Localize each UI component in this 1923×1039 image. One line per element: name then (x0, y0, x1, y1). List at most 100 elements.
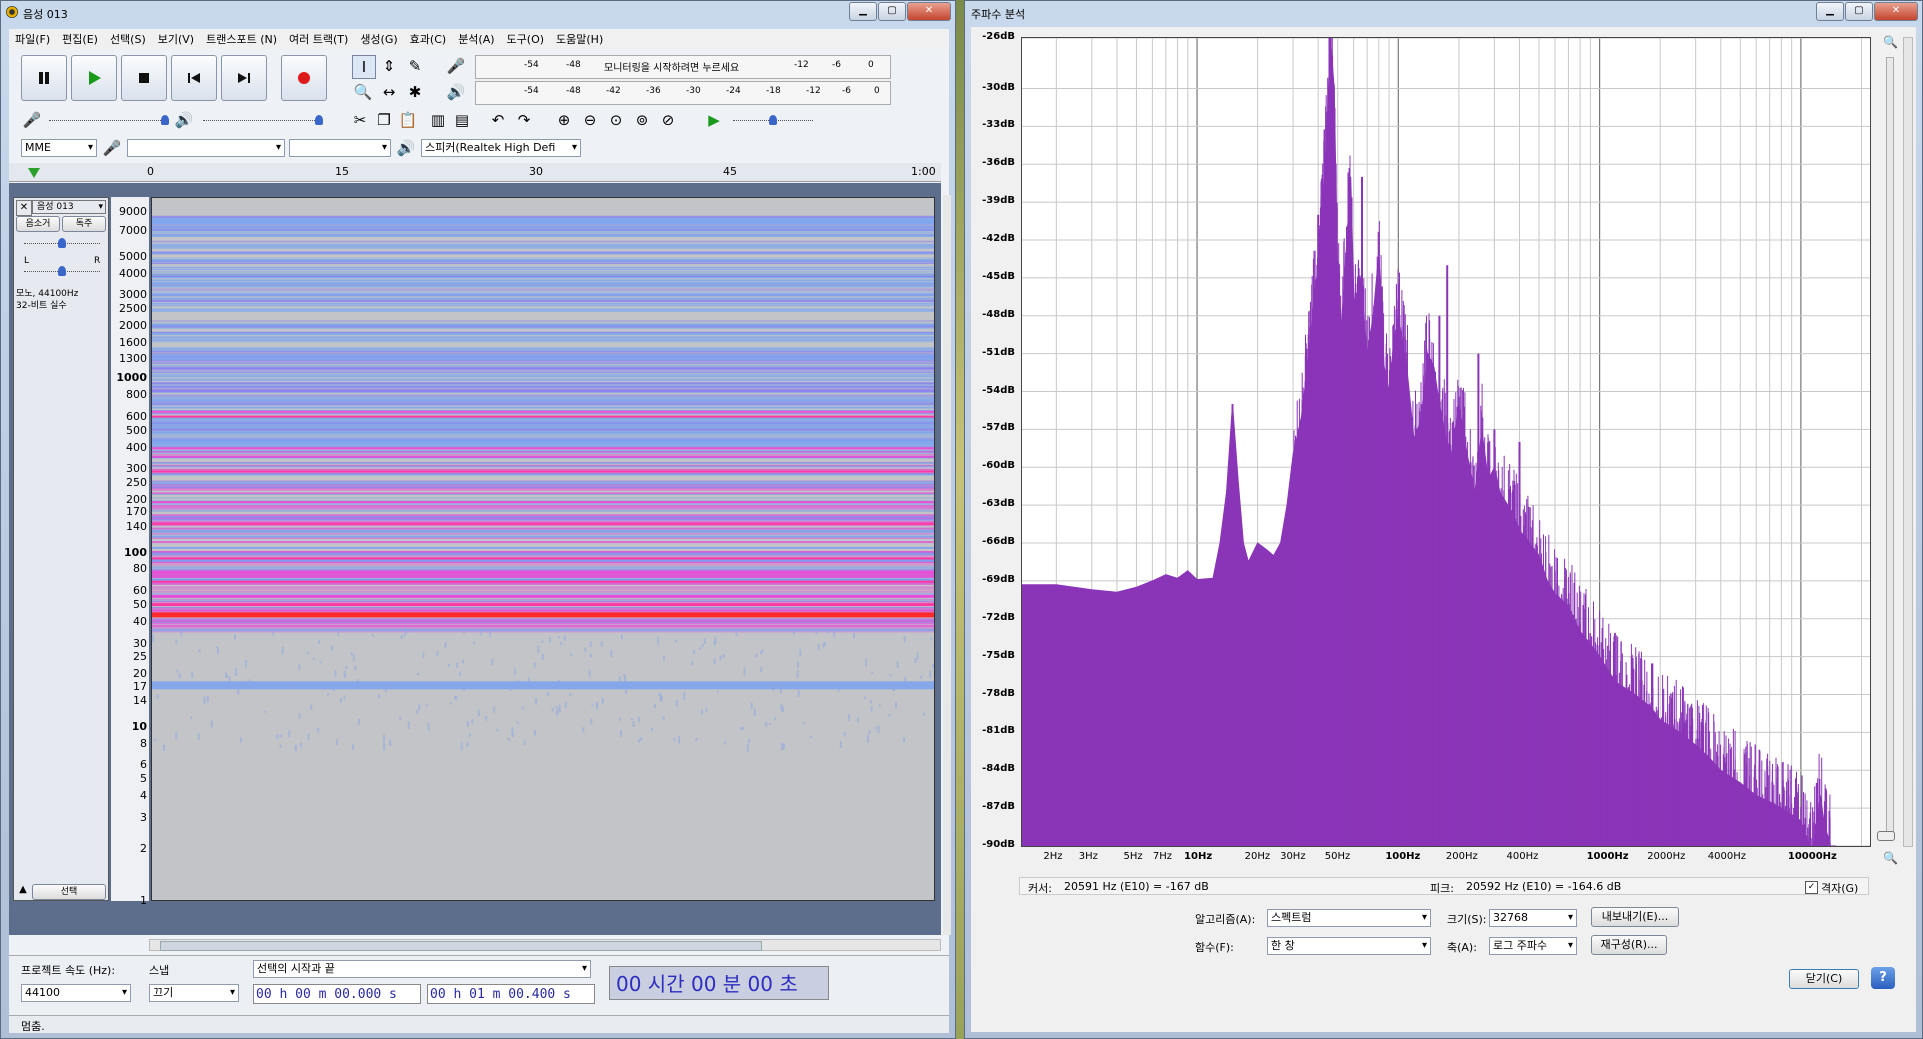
maximize-button[interactable]: ▢ (878, 2, 906, 21)
menu-effect[interactable]: 효과(C) (410, 31, 447, 47)
audacity-titlebar[interactable]: 음성 013 ▁ ▢ ✕ (1, 1, 955, 25)
play-button[interactable] (71, 55, 117, 101)
vertical-zoom-in-icon[interactable]: 🔍 (1883, 35, 1898, 49)
close-dialog-button[interactable]: 닫기(C) (1789, 969, 1859, 989)
play-at-speed-button[interactable]: ▶ (703, 109, 725, 131)
selection-start-time[interactable]: 00 h 00 m 00.000 s (253, 984, 421, 1004)
menu-generate[interactable]: 생성(G) (360, 31, 397, 47)
horizontal-scrollbar[interactable] (149, 939, 941, 951)
selection-tool-button[interactable]: I (352, 55, 376, 79)
track-close-button[interactable]: ✕ (16, 200, 32, 216)
grid-checkbox[interactable]: ✓ (1805, 881, 1818, 894)
function-select[interactable]: 한 창 (1267, 937, 1431, 955)
db-axis-label: -66dB (982, 536, 1015, 547)
spectrogram-freq-ruler[interactable]: 9000 7000 5000 4000 3000 2500 2000 1600 1300 1000… (111, 197, 149, 907)
freq-maximize-button[interactable]: ▢ (1845, 2, 1873, 21)
timeline-ruler[interactable]: 0 15 30 45 1:00 (9, 163, 941, 182)
track-name-menu[interactable]: 음성 013 ▾ (32, 200, 106, 214)
audio-position-display[interactable]: 00 시간 00 분 00 초 (609, 966, 829, 1000)
freq-close-window-button[interactable]: ✕ (1874, 2, 1918, 21)
spectrum-plot[interactable] (1021, 37, 1871, 847)
gain-slider[interactable] (24, 238, 100, 248)
pin-playhead-icon[interactable] (27, 167, 41, 179)
audio-host-select[interactable]: MME (21, 139, 97, 157)
freq-ruler-label: 14 (133, 694, 147, 708)
playback-device-select[interactable]: 스피커(Realtek High Defi (421, 139, 581, 157)
zoom-out-button[interactable]: ⊖ (579, 109, 601, 131)
menu-edit[interactable]: 편집(E) (62, 31, 98, 47)
undo-button[interactable]: ↶ (487, 109, 509, 131)
spectrogram-strong-band (152, 274, 934, 276)
menu-view[interactable]: 보기(V) (158, 31, 194, 47)
record-meter-mic-icon[interactable]: 🎤 (445, 55, 467, 77)
vertical-zoom-slider[interactable] (1886, 57, 1894, 839)
zoom-tool-button[interactable]: 🔍 (352, 81, 374, 103)
timeshift-tool-button[interactable]: ↔ (378, 81, 400, 103)
axis-select[interactable]: 로그 주파수 (1489, 937, 1577, 955)
menu-tools[interactable]: 도구(O) (507, 31, 544, 47)
paste-button[interactable]: 📋 (397, 109, 419, 131)
menu-select[interactable]: 선택(S) (110, 31, 146, 47)
fit-project-button[interactable]: ⊚ (631, 109, 653, 131)
solo-button[interactable]: 독주 (62, 216, 106, 232)
vertical-zoom-thumb[interactable] (1877, 831, 1895, 841)
spectrogram-strong-band (152, 470, 934, 473)
redo-button[interactable]: ↷ (513, 109, 535, 131)
skip-to-end-button[interactable] (221, 55, 267, 101)
playback-meter[interactable]: -54 -48 -42 -36 -30 -24 -18 -12 -6 0 (475, 81, 891, 105)
recording-device-select[interactable] (127, 139, 285, 157)
vertical-zoom-out-icon[interactable]: 🔍 (1883, 851, 1898, 865)
envelope-tool-button[interactable]: ⇕ (378, 55, 400, 77)
pan-slider[interactable] (24, 266, 100, 276)
menu-help[interactable]: 도움말(H) (556, 31, 603, 47)
play-meter-speaker-icon[interactable]: 🔊 (445, 81, 467, 103)
cut-button[interactable]: ✂ (349, 109, 371, 131)
record-meter[interactable]: -54 -48 모니터링을 시작하려면 누르세요 -12 -6 0 (475, 55, 891, 79)
recording-channels-select[interactable] (289, 139, 391, 157)
spectrogram-noise-dot (264, 710, 267, 713)
export-button[interactable]: 내보내기(E)... (1591, 907, 1679, 927)
zoom-in-button[interactable]: ⊕ (553, 109, 575, 131)
output-volume-slider[interactable] (203, 115, 323, 125)
track-select-button[interactable]: 선택 (32, 884, 106, 900)
spectrogram-noise-dot (427, 723, 430, 731)
spectrogram-noise-dot (184, 683, 187, 686)
selection-end-time[interactable]: 00 h 01 m 00.400 s (427, 984, 595, 1004)
menu-transport[interactable]: 트랜스포트 (N) (206, 31, 277, 47)
help-button[interactable]: ? (1871, 967, 1895, 989)
multi-tool-button[interactable]: ✱ (404, 81, 426, 103)
menu-tracks[interactable]: 여러 트랙(T) (289, 31, 348, 47)
record-button[interactable] (281, 55, 327, 101)
trim-button[interactable]: ▥ (427, 109, 449, 131)
fit-selection-button[interactable]: ⊙ (605, 109, 627, 131)
spectrogram-view[interactable] (151, 197, 935, 901)
freq-titlebar[interactable]: 주파수 분석 ▁ ▢ ✕ (965, 1, 1922, 25)
track-control-panel[interactable]: ✕ 음성 013 ▾ 음소거 독주 L R 모노, 44100Hz 32-비트 … (13, 197, 109, 901)
vertical-scrollbar[interactable] (943, 195, 951, 935)
size-select[interactable]: 32768 (1489, 909, 1577, 927)
close-window-button[interactable]: ✕ (907, 2, 951, 21)
freq-minimize-button[interactable]: ▁ (1816, 2, 1844, 21)
minimize-button[interactable]: ▁ (849, 2, 877, 21)
selection-type-select[interactable]: 선택의 시작과 끝 (253, 960, 591, 978)
menu-file[interactable]: 파일(F) (15, 31, 50, 47)
silence-button[interactable]: ▤ (451, 109, 473, 131)
copy-button[interactable]: ❐ (373, 109, 395, 131)
spectrogram-noise-dot (514, 668, 516, 675)
vertical-scroll-track[interactable] (1903, 37, 1913, 847)
snap-select[interactable]: 끄기 (149, 984, 239, 1002)
track-collapse-button[interactable]: ▲ (16, 884, 30, 898)
skip-to-start-button[interactable] (171, 55, 217, 101)
play-meter-label: -48 (566, 86, 581, 96)
replot-button[interactable]: 재구성(R)... (1591, 935, 1667, 955)
pause-button[interactable] (21, 55, 67, 101)
input-volume-slider[interactable] (49, 115, 169, 125)
zoom-toggle-button[interactable]: ⊘ (657, 109, 679, 131)
play-speed-slider[interactable] (733, 115, 813, 125)
stop-button[interactable] (121, 55, 167, 101)
mute-button[interactable]: 음소거 (16, 216, 60, 232)
menu-analyze[interactable]: 분석(A) (458, 31, 494, 47)
algorithm-select[interactable]: 스펙트럼 (1267, 909, 1431, 927)
project-rate-select[interactable]: 44100 (21, 984, 131, 1002)
draw-tool-button[interactable]: ✎ (404, 55, 426, 77)
